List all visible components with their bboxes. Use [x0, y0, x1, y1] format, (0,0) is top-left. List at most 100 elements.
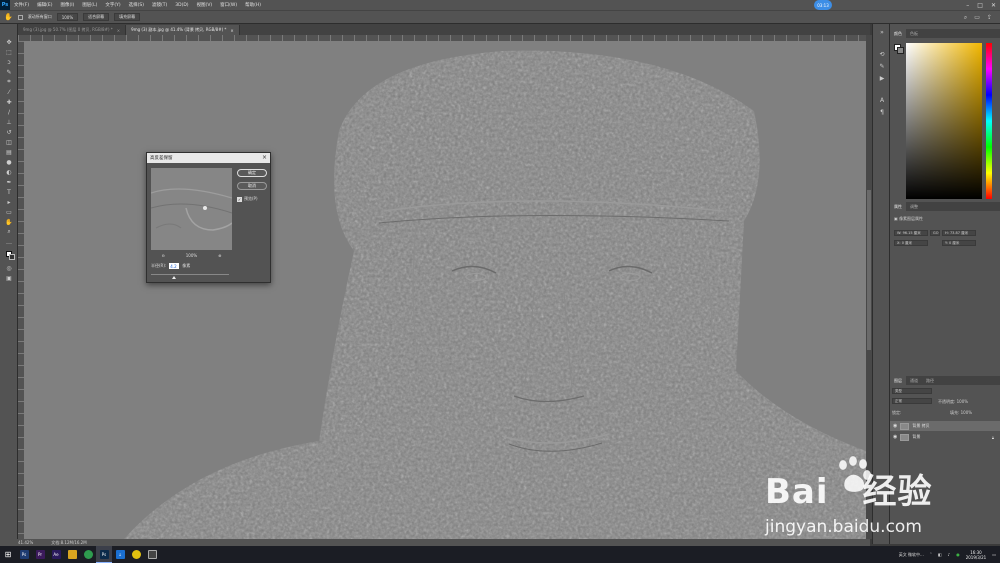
tab-close-icon[interactable]: × — [230, 28, 233, 33]
y-position-field[interactable]: Y: 0 厘米 — [942, 240, 976, 246]
zoom-out-icon[interactable]: ⊖ — [161, 253, 164, 258]
menu-3d[interactable]: 3D(D) — [171, 3, 192, 8]
taskbar-yellow-app-icon[interactable] — [128, 546, 144, 563]
tab-color[interactable]: 颜色 — [890, 29, 906, 38]
type-tool-icon[interactable]: T — [4, 188, 14, 196]
quick-mask-icon[interactable]: ◎ — [4, 264, 14, 272]
taskbar-app-photoshop[interactable]: Ps — [96, 546, 112, 563]
tab-document-1[interactable]: 9mg (3).jpg @ 50.7% (图层 0 拷贝, RGB/8#) * … — [18, 25, 127, 35]
height-field[interactable]: H: 73.87 厘米 — [942, 230, 976, 236]
preview-checkbox[interactable]: ✓ — [237, 196, 242, 202]
character-icon[interactable]: A — [877, 96, 887, 104]
volume-icon[interactable]: ♪ — [948, 552, 951, 557]
chevron-up-icon[interactable]: ˄ — [930, 552, 932, 557]
more-tools-icon[interactable]: … — [4, 238, 14, 246]
history-icon[interactable]: ⟲ — [877, 50, 887, 58]
close-icon[interactable]: ✕ — [991, 2, 996, 9]
rectangle-tool-icon[interactable]: ▭ — [4, 208, 14, 216]
tab-swatches[interactable]: 色板 — [906, 29, 922, 38]
tab-document-2[interactable]: 9mg (3) 副本.jpg @ 41.4% (背景 拷贝, RGB/8#) *… — [126, 25, 240, 35]
layer-row-background-copy[interactable]: ◉ 背景 拷贝 — [890, 421, 1000, 431]
network-icon[interactable]: ◧ — [938, 552, 942, 557]
fill-control[interactable]: 填充: 100% — [950, 410, 972, 416]
workspace-icon[interactable]: ▭ — [974, 14, 980, 22]
taskbar-photos-icon[interactable] — [144, 546, 160, 563]
collapse-panels-icon[interactable]: » — [877, 28, 887, 36]
taskbar-chrome-icon[interactable] — [80, 546, 96, 563]
taskbar-app-premiere[interactable]: Pr — [32, 546, 48, 563]
zoom-level[interactable]: 41.42% — [18, 540, 33, 545]
brush-tool-icon[interactable]: ∕ — [4, 108, 14, 116]
hand-tool-icon[interactable]: ✋ — [4, 218, 14, 226]
radius-slider-track[interactable] — [151, 274, 229, 275]
menu-view[interactable]: 视图(V) — [193, 2, 217, 8]
layer-filter-dropdown[interactable]: 类型 — [892, 388, 932, 394]
menu-select[interactable]: 选择(S) — [125, 2, 148, 8]
marquee-tool-icon[interactable]: ⬚ — [4, 48, 14, 56]
history-brush-tool-icon[interactable]: ↺ — [4, 128, 14, 136]
foreground-background-colors-icon[interactable] — [4, 250, 15, 260]
visibility-eye-icon[interactable]: ◉ — [893, 434, 897, 440]
lasso-tool-icon[interactable]: ↄ — [4, 58, 14, 66]
search-icon[interactable]: ⌕ — [964, 14, 967, 22]
link-proportions-button[interactable]: GO — [930, 230, 940, 236]
wechat-icon[interactable]: ● — [956, 552, 960, 557]
path-select-tool-icon[interactable]: ▸ — [4, 198, 14, 206]
maximize-icon[interactable]: □ — [977, 2, 983, 9]
hand-tool-icon[interactable]: ✋ — [4, 13, 13, 21]
system-clock[interactable]: 16:30 2019/3/21 — [966, 550, 987, 560]
menu-type[interactable]: 文字(Y) — [101, 2, 124, 8]
actions-icon[interactable]: ▶ — [877, 74, 887, 82]
taskbar-app-ps-cc[interactable]: Ps — [16, 546, 32, 563]
quick-select-tool-icon[interactable]: ✎ — [4, 68, 14, 76]
tab-channels[interactable]: 通道 — [906, 376, 922, 385]
tab-paths[interactable]: 路径 — [922, 376, 938, 385]
visibility-eye-icon[interactable]: ◉ — [893, 423, 897, 429]
document-canvas[interactable] — [24, 41, 866, 539]
pen-tool-icon[interactable]: ✒ — [4, 178, 14, 186]
menu-filter[interactable]: 滤镜(T) — [148, 2, 171, 8]
tab-adjustments[interactable]: 调整 — [906, 202, 922, 211]
menu-layer[interactable]: 图层(L) — [78, 2, 101, 8]
brush-settings-icon[interactable]: ✎ — [877, 62, 887, 70]
eraser-tool-icon[interactable]: ◫ — [4, 138, 14, 146]
dialog-close-icon[interactable]: × — [262, 154, 267, 161]
vertical-scrollbar-thumb[interactable] — [867, 190, 871, 350]
hue-slider[interactable] — [986, 43, 992, 199]
zoom-tool-icon[interactable]: ⌕ — [4, 228, 14, 236]
blend-mode-dropdown[interactable]: 正常 — [892, 398, 932, 404]
share-icon[interactable]: ⇪ — [987, 14, 992, 22]
x-position-field[interactable]: X: 0 厘米 — [894, 240, 928, 246]
zoom-in-icon[interactable]: ⊕ — [218, 253, 221, 258]
preview-checkbox-row[interactable]: ✓ 预览(P) — [237, 196, 258, 202]
layer-row-background[interactable]: ◉ 背景 🔒︎ — [890, 432, 1000, 442]
zoom-100-button[interactable]: 100% — [56, 13, 79, 21]
dodge-tool-icon[interactable]: ◐ — [4, 168, 14, 176]
paragraph-icon[interactable]: ¶ — [877, 108, 887, 116]
clone-stamp-tool-icon[interactable]: ⊥ — [4, 118, 14, 126]
crop-tool-icon[interactable]: ⌗ — [4, 78, 14, 86]
fit-screen-button[interactable]: 适合屏幕 — [83, 13, 110, 21]
scroll-all-windows-checkbox[interactable] — [17, 14, 23, 20]
move-tool-icon[interactable]: ✥ — [4, 38, 14, 46]
healing-brush-tool-icon[interactable]: ✚ — [4, 98, 14, 106]
menu-edit[interactable]: 编辑(E) — [33, 2, 56, 8]
tab-layers[interactable]: 图层 — [890, 376, 906, 385]
radius-slider-thumb[interactable] — [172, 276, 177, 279]
gradient-tool-icon[interactable]: ▤ — [4, 148, 14, 156]
ok-button[interactable]: 确定 — [237, 169, 267, 177]
taskbar-file-explorer-icon[interactable] — [64, 546, 80, 563]
menu-help[interactable]: 帮助(H) — [241, 2, 265, 8]
color-picker-field[interactable] — [906, 43, 982, 199]
menu-image[interactable]: 图像(I) — [56, 2, 78, 8]
taskbar-download-icon[interactable]: ↓ — [112, 546, 128, 563]
tab-properties[interactable]: 属性 — [890, 202, 906, 211]
cancel-button[interactable]: 取消 — [237, 182, 267, 190]
screen-mode-icon[interactable]: ▣ — [4, 274, 14, 282]
blur-tool-icon[interactable]: ● — [4, 158, 14, 166]
width-field[interactable]: W: 96.15 厘米 — [894, 230, 928, 236]
notifications-icon[interactable]: ▭ — [992, 552, 996, 557]
fill-screen-button[interactable]: 填充屏幕 — [114, 13, 141, 21]
ime-indicator[interactable]: 英文 微软中... — [899, 552, 924, 558]
opacity-control[interactable]: 不透明度: 100% — [938, 399, 968, 405]
